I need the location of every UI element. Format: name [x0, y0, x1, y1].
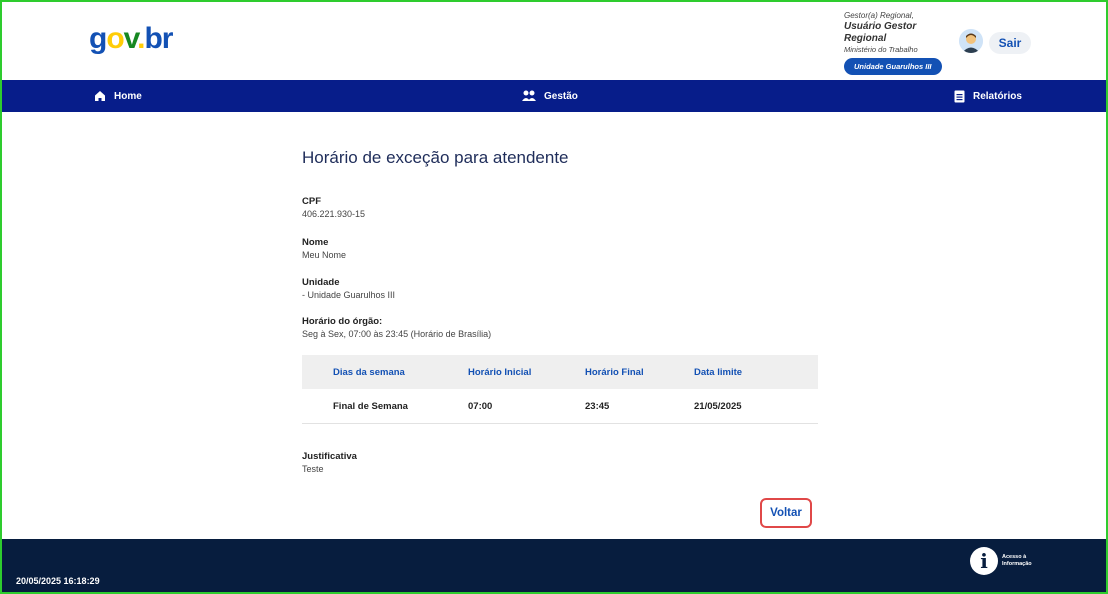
unidade-label: Unidade: [302, 277, 340, 288]
cell-horario-final: 23:45: [585, 400, 610, 412]
avatar-icon: [959, 29, 983, 53]
nome-label: Nome: [302, 237, 329, 248]
unit-badge[interactable]: Unidade Guarulhos III: [844, 58, 942, 75]
user-org: Ministério do Trabalho: [844, 45, 918, 54]
home-icon: [95, 91, 105, 101]
document-icon: [954, 90, 965, 102]
back-button-label: Voltar: [770, 507, 802, 519]
table-row: Final de Semana 07:00 23:45 21/05/2025: [302, 389, 818, 424]
govbr-logo[interactable]: gov.br: [89, 24, 173, 54]
nav-gestao[interactable]: Gestão: [522, 80, 578, 112]
unidade-value: - Unidade Guarulhos III: [302, 290, 396, 300]
acesso-informacao-link[interactable]: i Acesso à Informação: [970, 547, 1032, 575]
nav-relatorios[interactable]: Relatórios: [954, 80, 1022, 112]
header: gov.br Gestor(a) Regional, Usuário Gesto…: [2, 2, 1106, 80]
field-justificativa: Justificativa Teste: [302, 451, 357, 475]
timestamp: 20/05/2025 16:18:29: [16, 576, 100, 586]
users-icon: [522, 90, 536, 101]
field-horario-orgao: Horário do órgão: Seg à Sex, 07:00 às 23…: [302, 316, 491, 340]
header-dias[interactable]: Dias da semana: [333, 367, 405, 378]
acesso-informacao-label: Acesso à Informação: [1002, 554, 1032, 567]
cpf-label: CPF: [302, 196, 321, 207]
justificativa-label: Justificativa: [302, 451, 357, 462]
info-icon: i: [970, 547, 998, 575]
field-cpf: CPF 406.221.930-15: [302, 196, 365, 220]
nome-value: Meu Nome: [302, 250, 347, 260]
exception-table: Dias da semana Horário Inicial Horário F…: [302, 355, 818, 424]
cell-data-limite: 21/05/2025: [694, 400, 742, 412]
cell-horario-inicial: 07:00: [468, 400, 493, 412]
footer: 20/05/2025 16:18:29 i Acesso à Informaçã…: [2, 539, 1106, 592]
field-nome: Nome Meu Nome: [302, 237, 346, 261]
user-info: Gestor(a) Regional, Usuário Gestor Regio…: [844, 11, 956, 75]
nav-home[interactable]: Home: [94, 80, 142, 112]
table-header: Dias da semana Horário Inicial Horário F…: [302, 355, 818, 389]
justificativa-value: Teste: [302, 464, 324, 474]
nav-gestao-label: Gestão: [544, 90, 578, 102]
cpf-value: 406.221.930-15: [302, 209, 366, 219]
logout-button[interactable]: Sair: [989, 32, 1031, 54]
page-title: Horário de exceção para atendente: [302, 148, 569, 167]
horario-label: Horário do órgão:: [302, 316, 383, 327]
avatar[interactable]: [959, 29, 983, 53]
nav-relatorios-label: Relatórios: [973, 90, 1022, 102]
user-role: Gestor(a) Regional,: [844, 11, 914, 20]
header-data-limite[interactable]: Data limite: [694, 367, 742, 378]
header-horario-final[interactable]: Horário Final: [585, 367, 644, 378]
nav-home-label: Home: [114, 90, 142, 102]
user-name: Usuário Gestor Regional: [844, 21, 917, 44]
horario-value: Seg à Sex, 07:00 às 23:45 (Horário de Br…: [302, 329, 492, 339]
cell-dias: Final de Semana: [333, 400, 408, 412]
field-unidade: Unidade - Unidade Guarulhos III: [302, 277, 395, 301]
main-nav: Home Gestão Relatórios: [2, 80, 1106, 112]
header-horario-inicial[interactable]: Horário Inicial: [468, 367, 531, 378]
back-button[interactable]: Voltar: [760, 498, 812, 528]
